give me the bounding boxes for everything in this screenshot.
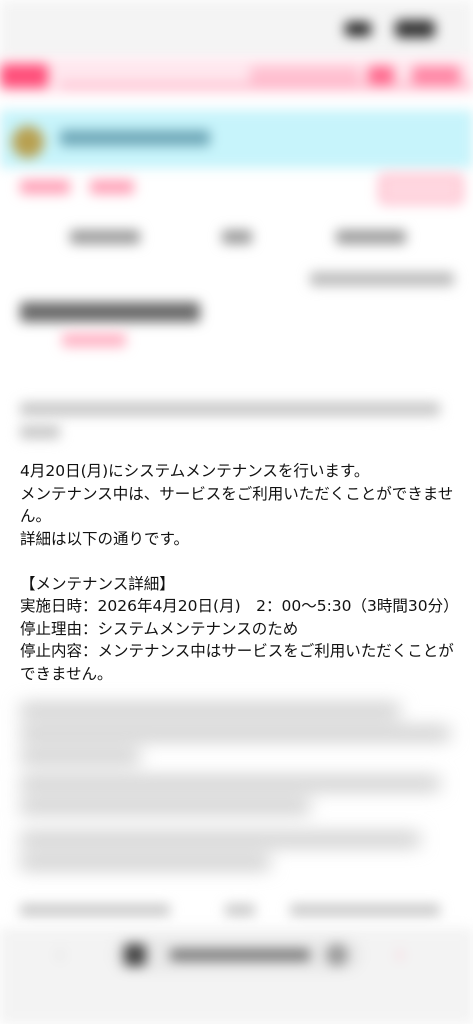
header-action-button[interactable] (379, 174, 463, 204)
details-heading: 【メンテナンス詳細】 (20, 574, 175, 593)
link-2[interactable] (90, 180, 134, 194)
tab-2[interactable] (222, 230, 252, 244)
blurred-content (20, 704, 460, 879)
article-body: 4月20日(月)にシステムメンテナンスを行います。 メンテナンス中は、サービスを… (20, 460, 460, 685)
article-tag[interactable] (62, 333, 126, 347)
body-line: 4月20日(月)にシステムメンテナンスを行います。 (20, 462, 370, 480)
reload-icon[interactable] (326, 944, 348, 966)
intro-line (20, 402, 440, 416)
url-text (170, 949, 310, 961)
site-logo[interactable] (0, 64, 48, 88)
notification-icon[interactable] (368, 66, 394, 84)
body-line: 詳細は以下の通りです。 (20, 529, 189, 548)
browser-toolbar: ‹ › (0, 928, 473, 1024)
detail-scope: 停止内容：メンテナンス中はサービスをご利用いただくことができません。 (20, 642, 454, 683)
detail-reason: 停止理由：システムメンテナンスのため (20, 619, 299, 638)
back-icon[interactable]: ‹ (56, 942, 80, 966)
footer-links (20, 900, 460, 920)
forward-icon[interactable]: › (396, 942, 420, 966)
banner-text (60, 130, 210, 146)
article-date (310, 272, 454, 286)
signal-icon (345, 22, 371, 36)
article-title (20, 302, 200, 322)
link-1[interactable] (20, 180, 70, 194)
body-line: メンテナンス中は、サービスをご利用いただくことができません。 (20, 484, 454, 526)
status-bar (0, 0, 473, 58)
menu-icon[interactable] (412, 66, 460, 84)
battery-icon (395, 20, 435, 38)
footer-link[interactable] (225, 904, 255, 916)
links-row (0, 174, 473, 204)
footer-link[interactable] (290, 904, 440, 916)
avatar (12, 126, 44, 158)
account-banner[interactable] (0, 110, 473, 168)
tabs-row (0, 220, 473, 256)
detail-date: 実施日時：2026年4月20日(月) 2：00〜5:30（3時間30分） (20, 597, 459, 615)
header-divider (60, 84, 473, 87)
page-settings-icon[interactable] (124, 944, 146, 966)
site-header (0, 58, 473, 94)
status-icons (345, 20, 435, 38)
tab-3[interactable] (336, 230, 406, 244)
tab-1[interactable] (70, 230, 140, 244)
header-nav[interactable] (250, 66, 360, 84)
footer-link[interactable] (20, 904, 170, 916)
intro-line (20, 425, 60, 439)
